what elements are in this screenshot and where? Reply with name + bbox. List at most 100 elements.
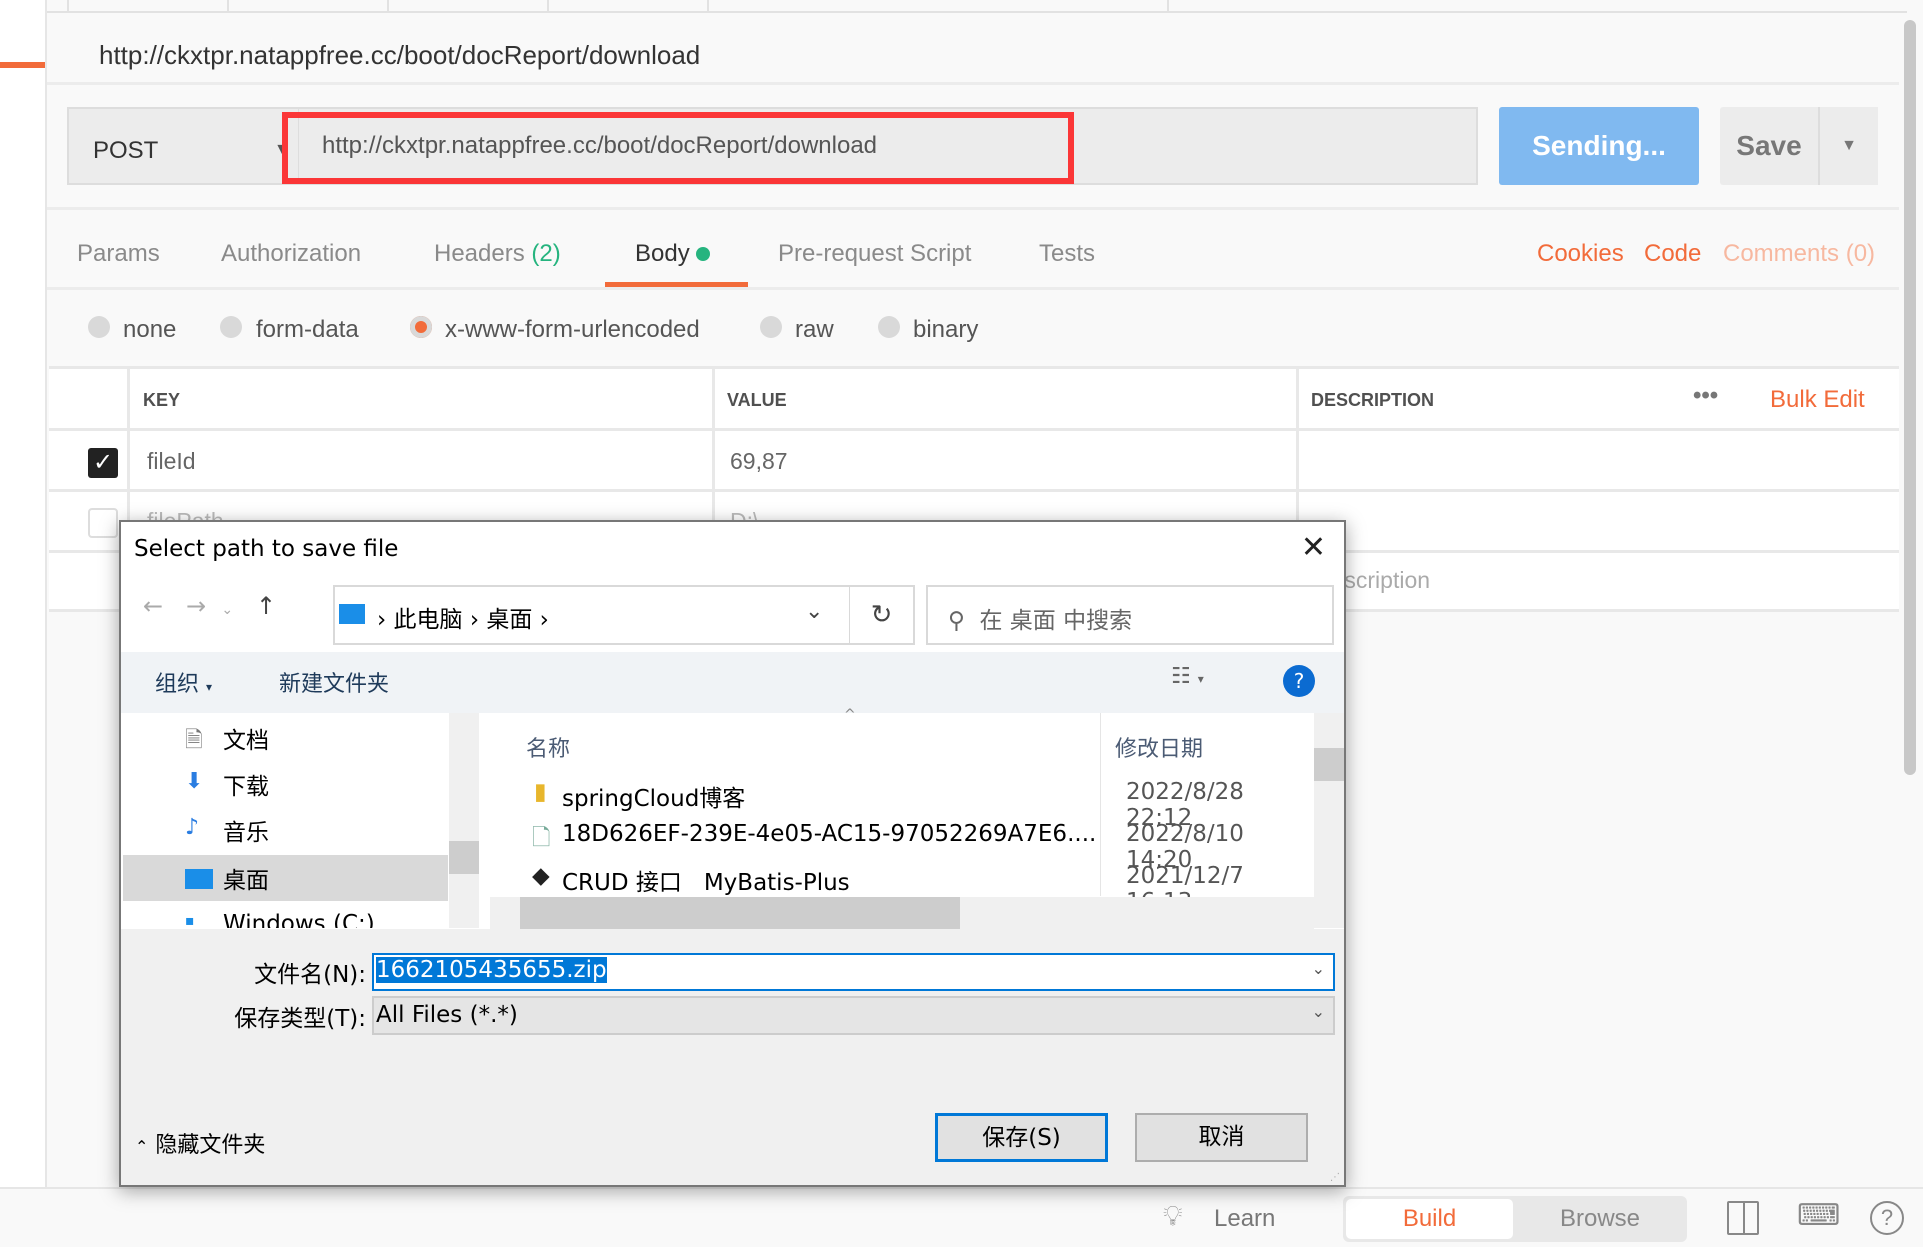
request-tab[interactable] <box>227 0 382 13</box>
chevron-down-icon[interactable]: ⌄ <box>805 599 823 624</box>
caret-down-icon: ▾ <box>206 680 213 694</box>
scrollbar[interactable] <box>1904 20 1916 775</box>
nav-item-windows-c[interactable]: ▪ Windows (C:) <box>123 905 448 928</box>
send-button[interactable]: Sending... <box>1499 107 1699 185</box>
filetype-select[interactable]: All Files (*.*) ⌄ <box>372 996 1335 1035</box>
cookies-link[interactable]: Cookies <box>1537 240 1624 268</box>
more-options-icon[interactable]: ••• <box>1693 382 1718 410</box>
nav-item-desktop[interactable]: 桌面 <box>123 855 448 901</box>
two-pane-view-icon[interactable] <box>1727 1201 1759 1235</box>
tab-pre-request-script[interactable]: Pre-request Script <box>778 240 971 268</box>
document-icon: 🗎 <box>185 728 203 753</box>
comments-link[interactable]: Comments (0) <box>1723 240 1875 268</box>
learn-link[interactable]: Learn <box>1214 1205 1275 1233</box>
param-value[interactable]: 69,87 <box>730 448 788 475</box>
request-tab[interactable] <box>547 0 702 13</box>
breadcrumb-item[interactable]: 此电脑 <box>394 607 463 633</box>
sort-ascending-icon: ^ <box>844 707 856 723</box>
shortcut-icon: ◆ <box>532 863 550 889</box>
request-tab[interactable] <box>707 0 862 13</box>
radio-binary[interactable] <box>878 316 900 338</box>
tab-label: Headers <box>434 240 525 267</box>
keyboard-icon[interactable]: ⌨ <box>1797 1198 1840 1233</box>
tab-tests[interactable]: Tests <box>1039 240 1095 268</box>
resize-grip-icon[interactable]: ⋰ <box>1330 1172 1340 1183</box>
radio-label: x-www-form-urlencoded <box>445 316 700 343</box>
row-checkbox[interactable] <box>88 508 118 538</box>
hide-folders-label: 隐藏文件夹 <box>155 1133 266 1158</box>
tab-headers[interactable]: Headers (2) <box>434 240 561 268</box>
cancel-button[interactable]: 取消 <box>1135 1113 1308 1162</box>
browse-tab[interactable]: Browse <box>1515 1199 1685 1239</box>
method-dropdown[interactable]: POST ▼ <box>67 107 299 185</box>
address-bar[interactable]: › 此电脑 › 桌面 › ⌄ <box>333 585 915 645</box>
view-options-icon[interactable]: ☷ ▾ <box>1171 664 1204 689</box>
refresh-icon[interactable]: ↻ <box>849 585 915 645</box>
nav-item-documents[interactable]: 🗎 文档 <box>123 715 448 761</box>
radio-none[interactable] <box>88 316 110 338</box>
dialog-title: Select path to save file <box>134 536 399 562</box>
divider <box>49 428 1899 431</box>
folder-icon: ▮ <box>534 779 547 805</box>
save-options-caret-icon[interactable]: ▼ <box>1818 107 1878 185</box>
search-input[interactable]: ⚲ 在 桌面 中搜索 <box>926 585 1334 645</box>
scrollbar-thumb[interactable] <box>1314 748 1344 781</box>
file-row[interactable]: 🗋 18D626EF-239E-4e05-AC15-97052269A7E6...… <box>490 821 1313 873</box>
radio-x-www-form-urlencoded[interactable] <box>410 316 432 338</box>
tab-body[interactable]: Body <box>635 240 711 268</box>
request-tab[interactable] <box>1167 0 1232 13</box>
file-name: CRUD 接口 MyBatis-Plus <box>562 870 850 896</box>
save-button[interactable]: 保存(S) <box>935 1113 1108 1162</box>
recent-locations-chevron-icon[interactable]: ⌄ <box>221 602 233 618</box>
breadcrumb-item[interactable]: 桌面 <box>486 607 532 633</box>
file-list-vertical-scrollbar[interactable] <box>1314 713 1344 928</box>
nav-item-music[interactable]: ♪ 音乐 <box>123 807 448 853</box>
nav-scrollbar[interactable] <box>449 713 479 928</box>
filename-label: 文件名(N): <box>254 962 366 988</box>
request-tab[interactable] <box>67 0 222 13</box>
tab-authorization[interactable]: Authorization <box>221 240 361 268</box>
nav-item-downloads[interactable]: ⬇ 下载 <box>123 761 448 807</box>
build-tab[interactable]: Build <box>1346 1199 1513 1239</box>
save-button[interactable]: Save <box>1720 107 1818 185</box>
request-title: http://ckxtpr.natappfree.cc/boot/docRepo… <box>99 40 701 70</box>
up-arrow-icon[interactable]: ↑ <box>256 592 276 620</box>
radio-label: form-data <box>256 316 359 343</box>
hide-folders-toggle[interactable]: ⌃ 隐藏文件夹 <box>135 1127 265 1159</box>
navigation-pane: 🗎 文档 ⬇ 下载 ♪ 音乐 桌面 ▪ Windows (C:) <box>123 713 448 928</box>
dialog-toolbar: 组织 ▾ 新建文件夹 ☷ ▾ ? <box>121 652 1344 713</box>
bulk-edit-link[interactable]: Bulk Edit <box>1770 386 1865 414</box>
request-tab[interactable] <box>387 0 542 13</box>
column-header-name[interactable]: 名称 <box>526 731 570 763</box>
scrollbar-thumb[interactable] <box>520 897 960 929</box>
tab-label: Body <box>635 240 690 267</box>
radio-label: binary <box>913 316 979 343</box>
new-folder-button[interactable]: 新建文件夹 <box>279 666 389 698</box>
radio-form-data[interactable] <box>220 316 242 338</box>
param-key[interactable]: fileId <box>147 448 196 475</box>
file-row[interactable]: ◆ CRUD 接口 MyBatis-Plus 2021/12/7 16:13 <box>490 863 1313 897</box>
drive-icon: ▪ <box>185 913 195 928</box>
column-header-description: DESCRIPTION <box>1311 390 1435 410</box>
forward-arrow-icon[interactable]: → <box>186 592 206 620</box>
code-link[interactable]: Code <box>1644 240 1701 268</box>
search-icon: ⚲ <box>948 608 965 634</box>
close-icon[interactable]: ✕ <box>1301 530 1326 565</box>
file-list-horizontal-scrollbar[interactable] <box>490 897 1314 929</box>
back-arrow-icon[interactable]: ← <box>143 592 163 620</box>
file-row[interactable]: ▮ springCloud博客 2022/8/28 22:12 <box>490 779 1313 831</box>
radio-label: raw <box>795 316 834 343</box>
help-icon[interactable]: ? <box>1870 1201 1904 1235</box>
radio-raw[interactable] <box>760 316 782 338</box>
help-icon[interactable]: ? <box>1283 665 1315 697</box>
column-header-modified[interactable]: 修改日期 <box>1115 731 1203 763</box>
scrollbar-thumb[interactable] <box>449 841 479 874</box>
nav-label: 桌面 <box>223 868 269 894</box>
filename-input[interactable]: 1662105435655.zip ⌄ <box>372 953 1335 991</box>
chevron-down-icon[interactable]: ⌄ <box>1312 959 1325 978</box>
row-checkbox-checked[interactable]: ✓ <box>88 448 118 478</box>
sidebar-active-indicator <box>0 62 45 68</box>
organize-menu[interactable]: 组织 ▾ <box>155 666 212 698</box>
tab-params[interactable]: Params <box>77 240 160 268</box>
breadcrumb: › 此电脑 › 桌面 › <box>377 607 549 633</box>
